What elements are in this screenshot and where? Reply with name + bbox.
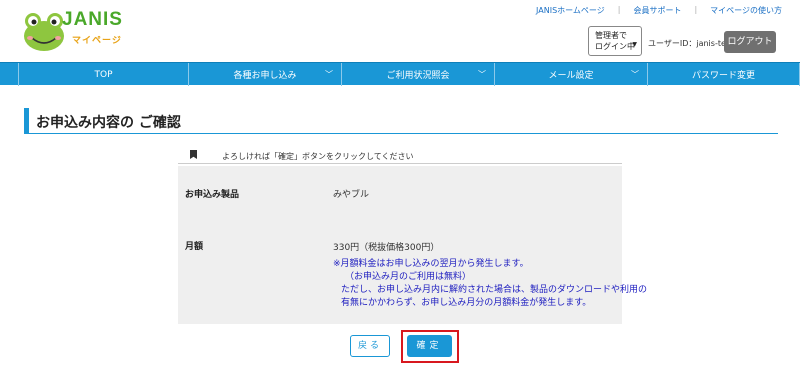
link-member-support[interactable]: 会員サポート (633, 5, 681, 16)
product-label: お申込み製品 (185, 190, 240, 200)
main-nav: TOP 各種お申し込み ﹀ ご利用状況照会 ﹀ メール設定 ﹀ パスワード変更 (0, 62, 800, 86)
title-accent (24, 108, 29, 134)
header: JANIS マイページ JANISホームページ | 会員サポート | マイページ… (0, 0, 800, 62)
divider (178, 163, 622, 164)
nav-item-label: 各種お申し込み (233, 71, 297, 81)
link-mypage-guide[interactable]: マイページの使い方 (710, 5, 782, 16)
logout-button[interactable]: ログアウト (724, 31, 776, 53)
fee-note-line: ※月額料金はお申し込みの翌月から発生します。 (333, 259, 529, 269)
fee-note-line: 有無にかかわらず、お申し込み月分の月額料金が発生します。 (341, 298, 592, 308)
nav-item-top[interactable]: TOP (18, 63, 189, 86)
top-links: JANISホームページ | 会員サポート | マイページの使い方 (536, 5, 782, 16)
admin-login-select[interactable]: 管理者で ログイン中 ▼ (588, 26, 642, 56)
chevron-down-icon: ﹀ (325, 70, 333, 79)
nav-item-label: ご利用状況照会 (386, 71, 450, 81)
logo-subtitle: マイページ (72, 36, 122, 46)
nav-item-applications[interactable]: 各種お申し込み ﹀ (189, 63, 342, 86)
link-separator: | (617, 5, 621, 14)
nav-item-label: パスワード変更 (691, 71, 755, 81)
nav-item-password-change[interactable]: パスワード変更 (648, 63, 800, 86)
page-title: お申込み内容の ご確認 (36, 115, 181, 131)
chevron-down-icon: ﹀ (631, 70, 639, 79)
caret-down-icon: ▼ (632, 41, 637, 48)
bookmark-icon (190, 150, 197, 159)
monthly-fee-value: 330円（税抜価格300円） (333, 243, 440, 253)
link-janis-home[interactable]: JANISホームページ (536, 5, 605, 16)
logo-text: JANIS (62, 9, 123, 30)
user-id: ユーザーID：janis-test (648, 39, 734, 48)
confirm-instruction: よろしければ「確定」ボタンをクリックしてください (222, 152, 414, 161)
page-title-bar: お申込み内容の ご確認 (24, 108, 778, 134)
nav-item-usage-status[interactable]: ご利用状況照会 ﹀ (342, 63, 495, 86)
link-separator: | (694, 5, 698, 14)
fee-note-line: （お申込み月のご利用は無料） (345, 272, 472, 282)
chevron-down-icon: ﹀ (478, 70, 486, 79)
fee-notes: ※月額料金はお申し込みの翌月から発生します。 （お申込み月のご利用は無料） ただ… (333, 258, 647, 310)
confirm-button[interactable]: 確定 (407, 335, 452, 357)
back-button[interactable]: 戻る (350, 335, 390, 357)
nav-item-mail-settings[interactable]: メール設定 ﹀ (495, 63, 648, 86)
monthly-fee-label: 月額 (185, 242, 204, 252)
nav-item-label: TOP (94, 69, 113, 80)
fee-note-line: ただし、お申し込み月内に解約された場合は、製品のダウンロードや利用の (341, 285, 648, 295)
product-value: みやブル (333, 190, 370, 200)
nav-item-label: メール設定 (548, 71, 594, 81)
